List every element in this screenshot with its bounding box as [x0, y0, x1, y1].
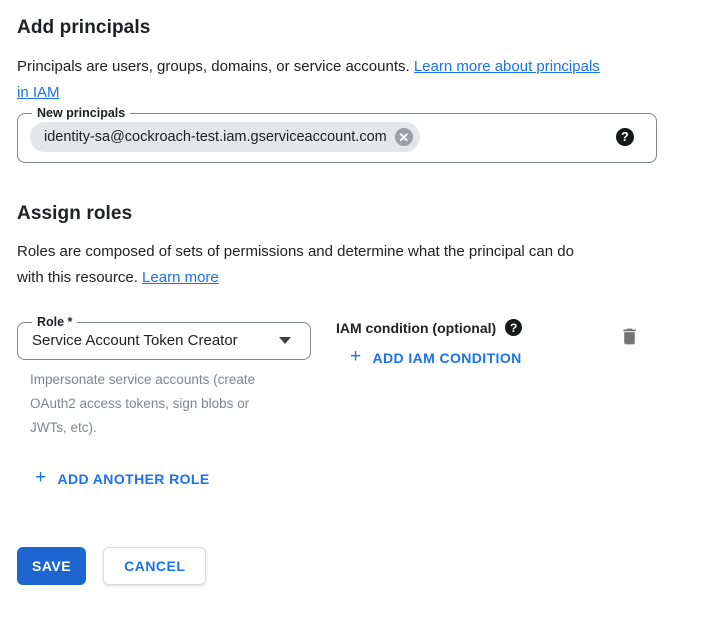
- add-iam-condition-button[interactable]: + ADD IAM CONDITION: [350, 349, 522, 366]
- new-principals-field[interactable]: New principals identity-sa@cockroach-tes…: [17, 106, 657, 163]
- action-buttons-row: SAVE CANCEL: [17, 547, 713, 585]
- role-row: Role * Service Account Token Creator Imp…: [17, 315, 658, 440]
- add-another-role-button[interactable]: + ADD ANOTHER ROLE: [35, 470, 210, 487]
- intro-text: Principals are users, groups, domains, o…: [17, 54, 677, 106]
- roles-description: Roles are composed of sets of permission…: [17, 239, 697, 291]
- role-helper-text: Impersonate service accounts (createOAut…: [30, 368, 310, 440]
- delete-role-button[interactable]: [617, 324, 642, 352]
- trash-icon: [619, 335, 640, 350]
- new-principals-label: New principals: [32, 106, 130, 120]
- iam-condition-column: IAM condition (optional) ? + ADD IAM CON…: [336, 315, 522, 367]
- principal-chip-value: identity-sa@cockroach-test.iam.gservicea…: [44, 129, 387, 145]
- role-select-value-row[interactable]: Service Account Token Creator: [30, 329, 298, 349]
- iam-condition-help-icon[interactable]: ?: [505, 319, 522, 336]
- chevron-down-icon: [279, 337, 291, 344]
- role-label: Role *: [32, 315, 77, 329]
- remove-principal-icon[interactable]: ✕: [395, 128, 413, 146]
- assign-roles-heading: Assign roles: [17, 203, 713, 225]
- iam-condition-label-row: IAM condition (optional) ?: [336, 319, 522, 336]
- role-select[interactable]: Role * Service Account Token Creator: [17, 315, 311, 360]
- principals-help-icon[interactable]: ?: [616, 128, 634, 146]
- role-column: Role * Service Account Token Creator Imp…: [17, 315, 311, 440]
- principal-chip: identity-sa@cockroach-test.iam.gservicea…: [30, 122, 420, 152]
- iam-condition-label: IAM condition (optional): [336, 320, 496, 336]
- add-principals-panel: Add principals Principals are users, gro…: [0, 0, 713, 585]
- role-selected-value: Service Account Token Creator: [32, 332, 238, 349]
- page-title: Add principals: [17, 17, 713, 39]
- save-button[interactable]: SAVE: [17, 547, 86, 585]
- intro-text-body: Principals are users, groups, domains, o…: [17, 58, 414, 75]
- roles-learn-more-link[interactable]: Learn more: [142, 269, 219, 286]
- principals-chip-row: identity-sa@cockroach-test.iam.gservicea…: [30, 122, 644, 152]
- plus-icon: +: [350, 347, 362, 366]
- plus-icon: +: [35, 468, 47, 487]
- cancel-button[interactable]: CANCEL: [103, 547, 206, 585]
